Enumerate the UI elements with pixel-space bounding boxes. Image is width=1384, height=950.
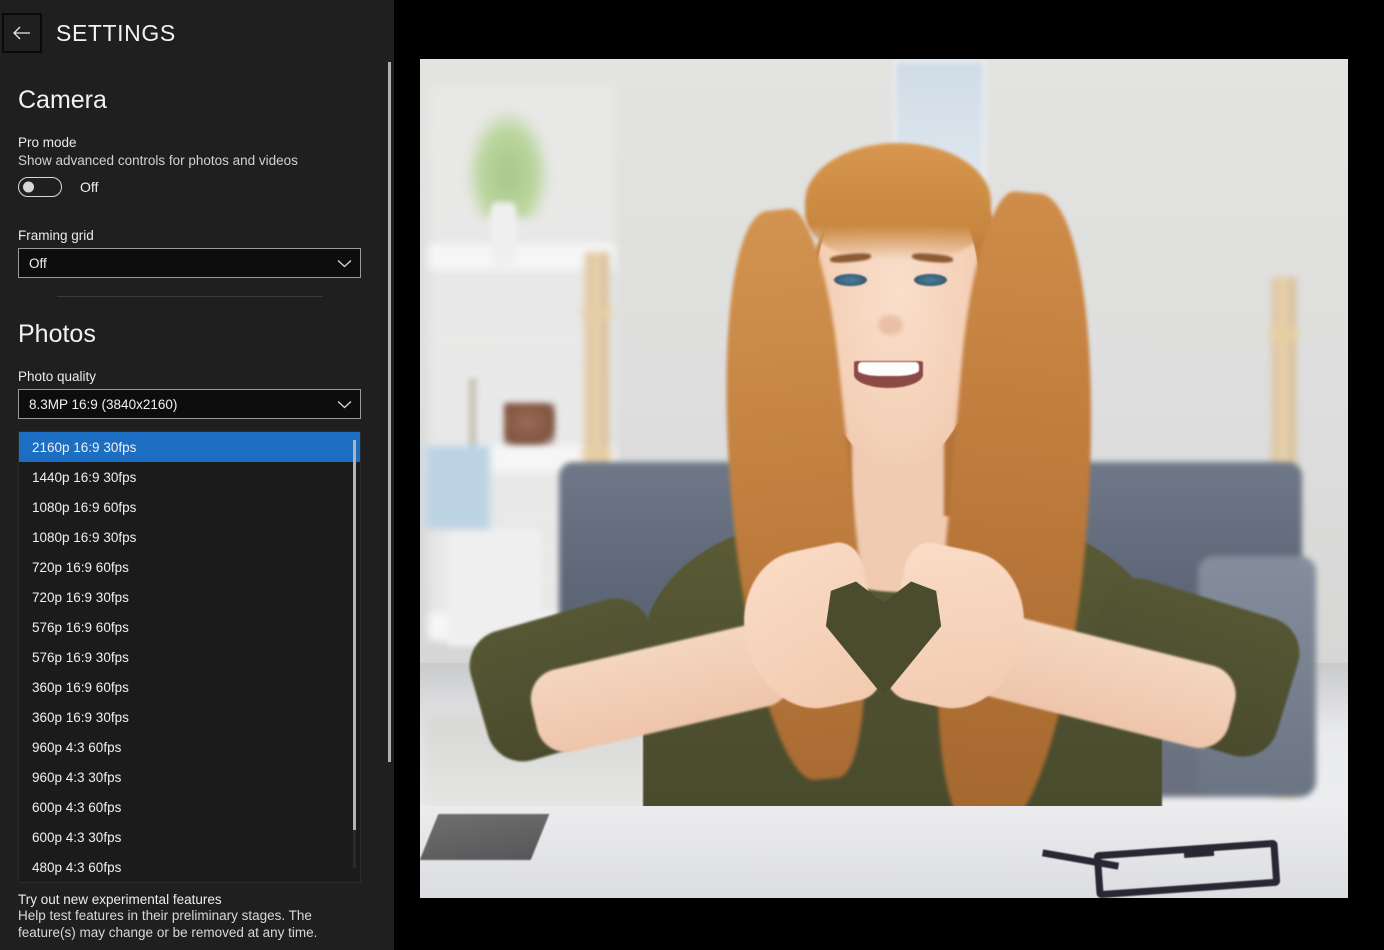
dropdown-options-container: 2160p 16:9 30fps1440p 16:9 30fps1080p 16… bbox=[19, 432, 360, 882]
experimental-features-block: Try out new experimental features Help t… bbox=[0, 892, 394, 941]
dropdown-option[interactable]: 1080p 16:9 60fps bbox=[19, 492, 360, 522]
subject-nose bbox=[878, 315, 902, 335]
dropdown-option[interactable]: 2160p 16:9 30fps bbox=[19, 432, 360, 462]
settings-sidebar: SETTINGS Camera Pro mode Show advanced c… bbox=[0, 0, 394, 950]
photo-quality-value: 8.3MP 16:9 (3840x2160) bbox=[29, 397, 177, 412]
framing-grid-combobox-wrap: Off bbox=[0, 248, 361, 278]
dropdown-option[interactable]: 720p 16:9 30fps bbox=[19, 582, 360, 612]
back-button[interactable] bbox=[2, 13, 42, 53]
preview-scene bbox=[420, 59, 1348, 898]
page-title: SETTINGS bbox=[56, 20, 176, 47]
dropdown-option[interactable]: 576p 16:9 60fps bbox=[19, 612, 360, 642]
pro-mode-label: Pro mode bbox=[18, 135, 77, 150]
dropdown-option[interactable]: 600p 4:3 60fps bbox=[19, 792, 360, 822]
eyeglasses-on-desk bbox=[1042, 835, 1339, 894]
dropdown-option[interactable]: 360p 16:9 30fps bbox=[19, 702, 360, 732]
dropdown-option[interactable]: 720p 16:9 60fps bbox=[19, 552, 360, 582]
photo-quality-combobox[interactable]: 8.3MP 16:9 (3840x2160) bbox=[18, 389, 361, 419]
chevron-down-icon bbox=[337, 259, 352, 268]
photo-quality-dropdown-list[interactable]: 2160p 16:9 30fps1440p 16:9 30fps1080p 16… bbox=[18, 431, 361, 883]
decor-bowl bbox=[504, 403, 555, 445]
pro-mode-description: Show advanced controls for photos and vi… bbox=[18, 153, 298, 168]
dropdown-option[interactable]: 1440p 16:9 30fps bbox=[19, 462, 360, 492]
pro-mode-toggle-state: Off bbox=[80, 179, 98, 195]
settings-scroll-pane: Camera Pro mode Show advanced controls f… bbox=[0, 60, 394, 950]
framing-grid-combobox[interactable]: Off bbox=[18, 248, 361, 278]
blue-box bbox=[425, 445, 490, 529]
photo-quality-label: Photo quality bbox=[18, 369, 96, 384]
sidebar-scrollbar[interactable] bbox=[388, 62, 391, 762]
dropdown-scrollbar-thumb[interactable] bbox=[353, 440, 356, 830]
settings-titlebar: SETTINGS bbox=[0, 10, 394, 56]
vase bbox=[490, 202, 518, 269]
eyeglasses-lens-frame bbox=[1094, 839, 1281, 898]
dropdown-option[interactable]: 360p 16:9 60fps bbox=[19, 672, 360, 702]
toggle-knob bbox=[23, 182, 34, 193]
section-heading-camera: Camera bbox=[18, 86, 107, 115]
dropdown-option[interactable]: 960p 4:3 60fps bbox=[19, 732, 360, 762]
camera-preview[interactable] bbox=[420, 59, 1348, 898]
ladder-rung bbox=[582, 449, 612, 459]
notebook-on-desk bbox=[420, 814, 550, 860]
pro-mode-toggle[interactable] bbox=[18, 177, 62, 197]
dropdown-scrollbar[interactable] bbox=[353, 440, 356, 868]
experimental-features-description: Help test features in their preliminary … bbox=[18, 907, 366, 941]
dropdown-option[interactable]: 1080p 16:9 30fps bbox=[19, 522, 360, 552]
framing-grid-value: Off bbox=[29, 256, 47, 271]
subject-smiling-mouth bbox=[854, 361, 923, 388]
section-divider bbox=[57, 296, 323, 297]
dropdown-option[interactable]: 960p 4:3 30fps bbox=[19, 762, 360, 792]
subject-teeth bbox=[858, 362, 918, 376]
subject-hair-bangs bbox=[805, 143, 991, 260]
framing-grid-label: Framing grid bbox=[18, 228, 94, 243]
ladder-rung bbox=[582, 308, 612, 318]
dropdown-option[interactable]: 600p 4:3 30fps bbox=[19, 822, 360, 852]
section-heading-photos: Photos bbox=[18, 320, 96, 349]
chevron-down-icon bbox=[337, 400, 352, 409]
photo-quality-combobox-wrap: 8.3MP 16:9 (3840x2160) bbox=[0, 389, 361, 419]
pro-mode-toggle-row: Off bbox=[18, 177, 98, 197]
ladder-rung bbox=[1269, 329, 1299, 340]
back-arrow-icon bbox=[12, 25, 32, 41]
dropdown-option[interactable]: 576p 16:9 30fps bbox=[19, 642, 360, 672]
dropdown-option[interactable]: 480p 4:3 60fps bbox=[19, 852, 360, 882]
experimental-features-title: Try out new experimental features bbox=[18, 892, 394, 907]
camera-settings-window: SETTINGS Camera Pro mode Show advanced c… bbox=[0, 0, 1384, 950]
